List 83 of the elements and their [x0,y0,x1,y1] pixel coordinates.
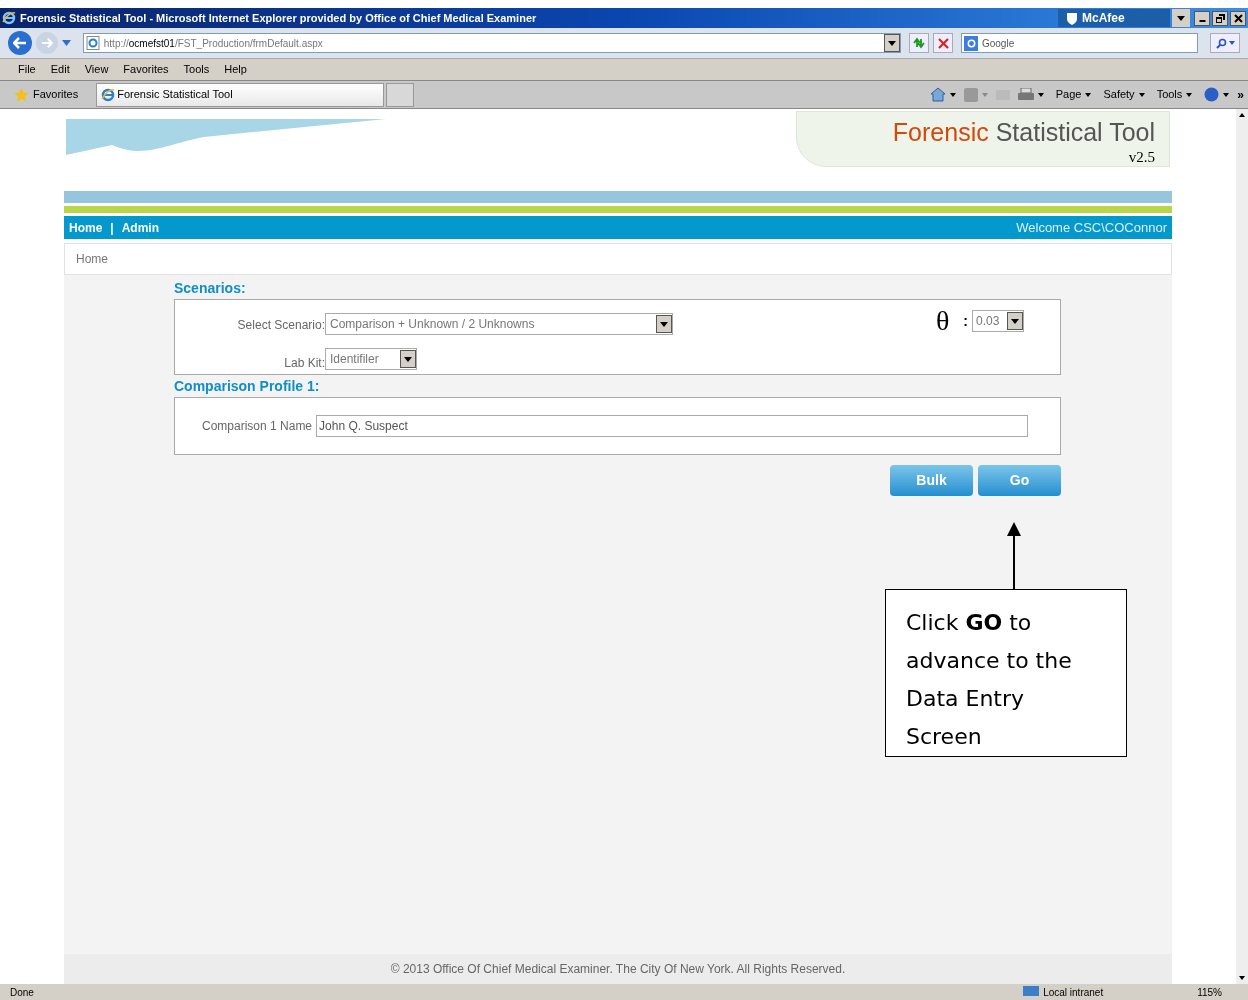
menu-item[interactable]: Edit [50,61,70,78]
dropdown-button[interactable] [1007,312,1023,330]
url-scheme: http:// [103,37,129,49]
refresh-button[interactable] [909,33,930,53]
search-button[interactable] [1210,33,1240,53]
section-title: Comparison Profile 1: [174,377,321,396]
search-bar[interactable]: Google [961,33,1199,53]
nav-separator: | [110,219,114,237]
caret-icon [1177,15,1185,21]
version-label: v2.5 [1128,148,1155,167]
search-icon [1215,37,1227,49]
callout-text: advance to the [906,647,1073,675]
search-provider-icon [964,35,978,51]
breadcrumb[interactable]: Home [76,250,108,268]
dropdown-arrow-icon[interactable] [949,92,956,97]
back-button[interactable] [8,31,32,55]
star-icon [14,87,29,102]
name-field[interactable]: John Q. Suspect [316,415,1029,437]
callout-text: Click GO to [906,609,1033,637]
addon-button[interactable]: McAfee [1058,9,1170,27]
dropdown-button[interactable] [400,350,416,368]
close-icon [1233,13,1243,23]
welcome-text: Welcome CSC\COConnor [1016,218,1167,237]
scenario-dropdown[interactable]: Comparison + Unknown / 2 Unknowns [325,313,673,335]
dropdown-button[interactable] [884,34,901,52]
browser-logo-icon [2,11,16,25]
field-label: Lab Kit: [284,355,325,372]
minimize-button[interactable] [1194,10,1210,26]
more-commands-button[interactable]: » [1237,85,1244,104]
callout-text: Screen [906,723,983,751]
menu-item[interactable]: Favorites [123,61,169,78]
page-icon [85,36,100,50]
lab-kit-dropdown[interactable]: Identifiler [325,348,417,370]
caret-icon [1011,318,1019,324]
section-title: Scenarios: [174,279,247,298]
dropdown-button[interactable] [1172,9,1190,27]
back-arrow-icon [12,37,27,49]
caret-icon [1186,92,1193,97]
caret-icon [404,356,412,362]
callout-text: Data Entry [906,685,1026,713]
search-field[interactable]: Google [981,35,1198,51]
theta-symbol: θ [935,304,950,338]
caret-icon [1228,41,1235,45]
dropdown-button[interactable] [656,315,672,333]
help-icon[interactable] [1204,87,1220,102]
close-button[interactable] [1230,10,1246,26]
menu-item[interactable]: Tools [183,61,210,78]
address-field[interactable]: http://ocmefst01/FST_Production/frmDefault.aspx [82,33,902,53]
window-title: Forensic Statistical Tool - Microsoft Internet Explorer provided by Office of Chief Medical Examiner [20,10,537,26]
forward-arrow-icon [40,38,53,48]
caret-icon [660,321,668,327]
field-label: Comparison 1 Name [202,418,313,435]
theta-dropdown[interactable]: 0.03 [972,310,1024,332]
logo-text-accent: Forensic [892,118,989,146]
caret-icon [888,40,897,46]
zoom-button[interactable]: 115% [1197,984,1222,1000]
restore-icon [1215,13,1225,23]
caret-icon [1138,92,1145,97]
status-text: Done [10,985,34,1000]
restore-button[interactable] [1212,10,1228,26]
theta-colon: : [963,311,968,331]
zone-text: Local intranet [1043,985,1105,1000]
footer-text: © 2013 Office Of Chief Medical Examiner. The City Of New York. All Rights Reserved. [390,961,846,978]
stop-button[interactable] [933,33,954,53]
dropdown-arrow-icon[interactable] [1037,92,1044,97]
browser-logo-icon [101,87,116,102]
command-menu[interactable]: Safety [1103,86,1145,103]
close-icon [937,37,949,49]
shield-icon [1066,11,1078,25]
minimize-icon [1198,20,1206,22]
logo-text: Statistical Tool [995,118,1155,146]
menu-item[interactable]: File [18,61,36,78]
menu-item[interactable]: Help [224,61,247,78]
dropdown-arrow-icon[interactable] [1223,92,1230,97]
favorites-button[interactable]: Favorites [33,86,79,103]
caret-icon [1085,92,1092,97]
menu-item[interactable]: View [84,61,109,78]
command-menu[interactable]: Page [1055,86,1092,103]
url-path: /FST_Production/frmDefault.aspx [174,37,323,49]
refresh-arrows-icon [912,37,927,49]
command-menu[interactable]: Tools [1156,86,1193,103]
browser-tab[interactable]: Forensic Statistical Tool [96,82,385,107]
field-label: Select Scenario: [237,317,325,334]
